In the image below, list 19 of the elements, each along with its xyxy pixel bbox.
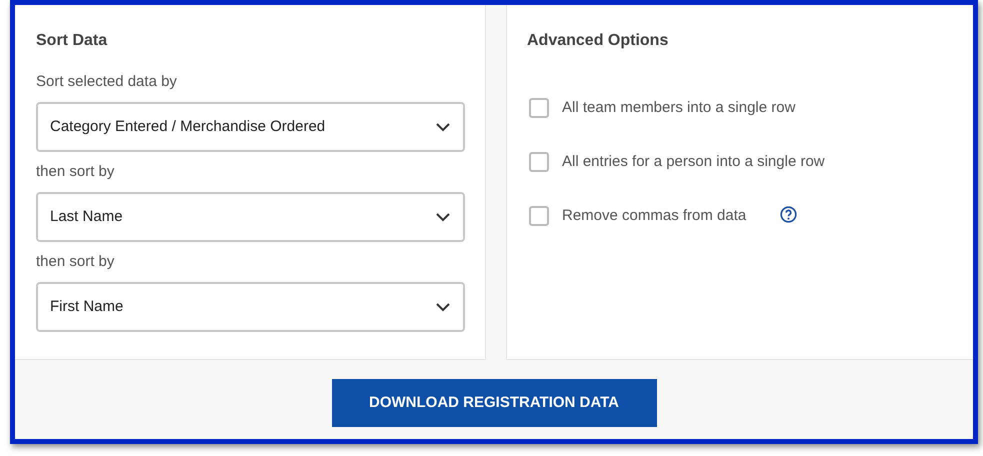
- checkbox[interactable]: [529, 98, 549, 118]
- field-label: then sort by: [36, 252, 116, 272]
- sort-select[interactable]: Last Name: [36, 192, 465, 242]
- option-label: All team members into a single row: [562, 98, 796, 118]
- field-label: then sort by: [36, 162, 116, 182]
- help-icon[interactable]: [780, 206, 798, 222]
- chevron-icon: [435, 302, 451, 312]
- checkbox[interactable]: [529, 206, 549, 226]
- panel-title: Advanced Options: [527, 31, 670, 51]
- checkbox[interactable]: [529, 152, 549, 172]
- sort-select[interactable]: Category Entered / Merchandise Ordered: [36, 102, 465, 152]
- field-label: Sort selected data by: [36, 72, 178, 92]
- download-button[interactable]: DOWNLOAD REGISTRATION DATA: [332, 379, 656, 427]
- panel-title: Sort Data: [36, 31, 108, 51]
- option-label: Remove commas from data: [562, 206, 746, 226]
- chevron-icon: [435, 212, 451, 222]
- chevron-icon: [435, 122, 451, 132]
- option-label: All entries for a person into a single row: [562, 152, 825, 172]
- sort-select[interactable]: First Name: [36, 282, 465, 332]
